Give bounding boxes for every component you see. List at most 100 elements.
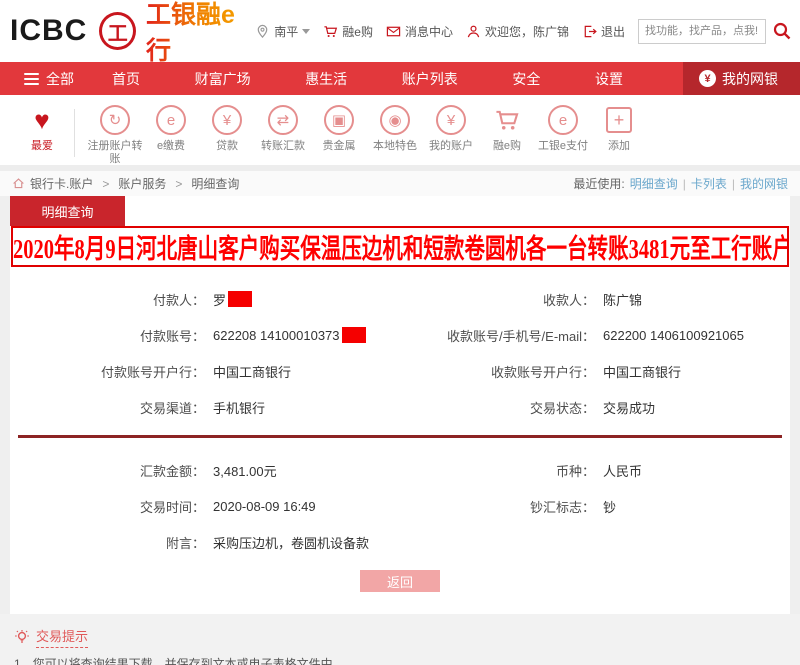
precious-metal-icon: ▣ bbox=[324, 105, 354, 135]
divider bbox=[74, 109, 75, 157]
recent-link-detail-query[interactable]: 明细查询 bbox=[630, 175, 678, 192]
detail-row: 付款账号开户行： 中国工商银行 收款账号开户行： 中国工商银行 bbox=[10, 353, 790, 389]
shortcut-precious-metal[interactable]: ▣ 贵金属 bbox=[311, 105, 367, 153]
shortcut-local-feature[interactable]: ◉ 本地特色 bbox=[367, 105, 423, 153]
logout-label: 退出 bbox=[601, 23, 625, 40]
my-ebank-badge[interactable]: ¥ 我的网银 bbox=[683, 62, 800, 95]
detail-row: 付款账号： 622208 14100010373 收款账号/手机号/E-mail… bbox=[10, 317, 790, 353]
detail-row: 附言： 采购压边机，卷圆机设备款 bbox=[10, 524, 790, 560]
shortcut-rong-e-gou[interactable]: 融e购 bbox=[479, 105, 535, 153]
money-bag-icon: ¥ bbox=[699, 70, 716, 87]
shortcut-epay-fee[interactable]: e e缴费 bbox=[143, 105, 199, 153]
cart-icon bbox=[323, 24, 338, 39]
brand-name: 工银融e行 bbox=[146, 0, 255, 67]
chevron-down-icon bbox=[302, 29, 310, 34]
icbc-logo: ICBC bbox=[10, 14, 87, 48]
nav-all[interactable]: 全部 bbox=[24, 69, 74, 89]
location-label: 南平 bbox=[274, 23, 298, 40]
cash-remit-flag: 钞 bbox=[595, 497, 790, 516]
my-ebank-label: 我的网银 bbox=[722, 69, 778, 89]
home-icon bbox=[12, 177, 25, 190]
search-input[interactable] bbox=[638, 19, 766, 44]
nav-wealth-plaza[interactable]: 财富广场 bbox=[195, 69, 251, 89]
detail-row: 交易时间： 2020-08-09 16:49 钞汇标志： 钞 bbox=[10, 488, 790, 524]
location-selector[interactable]: 南平 bbox=[255, 23, 310, 40]
redaction-box bbox=[342, 327, 366, 343]
payer-account: 622208 14100010373 bbox=[213, 328, 340, 343]
hamburger-icon bbox=[24, 73, 39, 85]
detail-row: 汇款金额： 3,481.00元 币种： 人民币 bbox=[10, 452, 790, 488]
shortcut-loan[interactable]: ¥ 贷款 bbox=[199, 105, 255, 153]
recent-link-card-list[interactable]: 卡列表 bbox=[691, 175, 727, 192]
payer-bank: 中国工商银行 bbox=[205, 362, 410, 381]
recent-used-label: 最近使用: bbox=[573, 175, 624, 192]
annotation-text: 2020年8月9日河北唐山客户购买保温压边机和短款卷圆机各一台转账3481元至工… bbox=[13, 227, 789, 266]
tip-note: 1、您可以将查询结果下载，并保存到文本或电子表格文件中。 bbox=[14, 656, 786, 665]
breadcrumb-item[interactable]: 银行卡.账户 bbox=[30, 175, 93, 192]
nav-home[interactable]: 首页 bbox=[112, 69, 140, 89]
nav-hui-life[interactable]: 惠生活 bbox=[305, 69, 347, 89]
recent-link-my-ebank[interactable]: 我的网银 bbox=[740, 175, 788, 192]
welcome-user[interactable]: 欢迎您，陈广锦 bbox=[466, 23, 569, 40]
cart-icon bbox=[492, 105, 522, 135]
shortcut-my-account[interactable]: ¥ 我的账户 bbox=[423, 105, 479, 153]
transfer-remit-icon: ⇄ bbox=[268, 105, 298, 135]
transaction-channel: 手机银行 bbox=[205, 398, 410, 417]
page: ICBC 工 工银融e行 南平 融e购 消息中心 欢迎您，陈广锦 bbox=[0, 0, 800, 665]
location-pin-icon bbox=[255, 24, 270, 39]
transaction-status: 交易成功 bbox=[595, 398, 790, 417]
detail-row: 付款人： 罗 收款人： 陈广锦 bbox=[10, 281, 790, 317]
main-nav: 全部 首页 财富广场 惠生活 账户列表 安全 设置 ¥ 我的网银 bbox=[0, 62, 800, 95]
annotation-banner: 2020年8月9日河北唐山客户购买保温压边机和短款卷圆机各一台转账3481元至工… bbox=[11, 226, 789, 267]
breadcrumb: 银行卡.账户 账户服务 明细查询 bbox=[12, 175, 239, 192]
logout-button[interactable]: 退出 bbox=[582, 23, 625, 40]
icbc-emblem-icon: 工 bbox=[99, 12, 136, 50]
breadcrumb-item: 明细查询 bbox=[191, 175, 239, 192]
top-header: ICBC 工 工银融e行 南平 融e购 消息中心 欢迎您，陈广锦 bbox=[0, 0, 800, 62]
welcome-label: 欢迎您，陈广锦 bbox=[485, 23, 569, 40]
breadcrumb-bar: 银行卡.账户 账户服务 明细查询 最近使用: 明细查询 卡列表 我的网银 bbox=[0, 171, 800, 196]
currency: 人民币 bbox=[595, 461, 790, 480]
nav-security[interactable]: 安全 bbox=[512, 69, 540, 89]
tab-detail-query[interactable]: 明细查询 bbox=[10, 196, 125, 226]
breadcrumb-item[interactable]: 账户服务 bbox=[118, 175, 166, 192]
section-divider bbox=[18, 435, 782, 438]
detail-row: 交易渠道： 手机银行 交易状态： 交易成功 bbox=[10, 389, 790, 425]
add-icon: + bbox=[606, 107, 632, 133]
shortcut-icbc-epay[interactable]: e 工银e支付 bbox=[535, 105, 591, 153]
message-center[interactable]: 消息中心 bbox=[386, 23, 453, 40]
back-button[interactable]: 返回 bbox=[360, 570, 440, 592]
search-icon[interactable] bbox=[772, 21, 792, 41]
shortcut-favorite[interactable]: ♥ 最爱 bbox=[16, 105, 68, 153]
payee-bank: 中国工商银行 bbox=[595, 362, 790, 381]
logout-icon bbox=[582, 24, 597, 39]
message-center-label: 消息中心 bbox=[405, 23, 453, 40]
my-account-icon: ¥ bbox=[436, 105, 466, 135]
cart-label: 融e购 bbox=[342, 23, 373, 40]
shortcut-transfer-remit[interactable]: ⇄ 转账汇款 bbox=[255, 105, 311, 153]
loan-icon: ¥ bbox=[212, 105, 242, 135]
transaction-details: 付款人： 罗 收款人： 陈广锦 付款账号： 622208 14100010373… bbox=[10, 267, 790, 614]
nav-account-list[interactable]: 账户列表 bbox=[402, 69, 458, 89]
shortcut-add[interactable]: + 添加 bbox=[591, 105, 647, 153]
payee-name: 陈广锦 bbox=[595, 290, 790, 309]
envelope-icon bbox=[386, 24, 401, 39]
nav-settings[interactable]: 设置 bbox=[595, 69, 623, 89]
shortcut-bar: ♥ 最爱 ↻ 注册账户转账 e e缴费 ¥ 贷款 ⇄ 转账汇款 ▣ 贵金属 ◉ … bbox=[0, 95, 800, 171]
transaction-tips: 交易提示 1、您可以将查询结果下载，并保存到文本或电子表格文件中。 2、本功能只… bbox=[0, 614, 800, 665]
nav-all-label: 全部 bbox=[46, 69, 74, 89]
postscript: 采购压边机，卷圆机设备款 bbox=[205, 533, 790, 552]
epay-icon: e bbox=[548, 105, 578, 135]
redaction-box bbox=[228, 291, 252, 307]
payee-account: 622200 1406100921065 bbox=[595, 328, 790, 343]
shortcut-register-transfer[interactable]: ↻ 注册账户转账 bbox=[87, 105, 143, 166]
register-transfer-icon: ↻ bbox=[100, 105, 130, 135]
cart-link[interactable]: 融e购 bbox=[323, 23, 373, 40]
epay-fee-icon: e bbox=[156, 105, 186, 135]
lightbulb-icon bbox=[14, 629, 30, 645]
remit-amount: 3,481.00元 bbox=[205, 461, 410, 480]
main-content: 明细查询 2020年8月9日河北唐山客户购买保温压边机和短款卷圆机各一台转账34… bbox=[10, 196, 790, 614]
transaction-time: 2020-08-09 16:49 bbox=[205, 499, 410, 514]
user-icon bbox=[466, 24, 481, 39]
heart-icon: ♥ bbox=[16, 105, 68, 135]
